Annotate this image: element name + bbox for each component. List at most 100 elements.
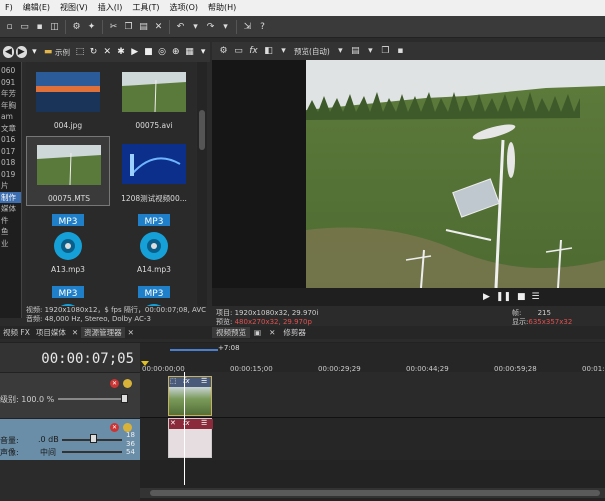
preview-quality[interactable]: 预览(自动) — [294, 46, 330, 57]
save-icon[interactable]: ▪ — [33, 20, 46, 33]
tree-item[interactable]: 091 — [0, 77, 21, 89]
dropdown-icon[interactable]: ▾ — [334, 45, 347, 58]
tree-item[interactable]: 业 — [0, 238, 21, 250]
autoplay-icon[interactable]: ◎ — [156, 46, 168, 59]
fx-icon[interactable]: fx — [247, 45, 260, 58]
tab-video-fx[interactable]: 视频 FX — [0, 327, 33, 338]
tab-trimmer[interactable]: 修剪器 — [279, 327, 310, 338]
vertical-scrollbar[interactable] — [197, 62, 207, 306]
tree-item[interactable]: 制作 — [0, 191, 21, 203]
tree-item[interactable]: 016 — [0, 134, 21, 146]
menu-insert[interactable]: 插入(I) — [93, 0, 128, 16]
menu-help[interactable]: 帮助(H) — [203, 0, 241, 16]
pan-slider[interactable] — [62, 451, 122, 453]
timecode[interactable]: 00:00:07;05 — [41, 351, 134, 367]
volume-slider-handle[interactable] — [90, 434, 97, 443]
stop-icon[interactable]: ■ — [517, 292, 526, 302]
refresh-icon[interactable]: ↻ — [88, 46, 100, 59]
dropdown-icon[interactable]: ▾ — [364, 45, 377, 58]
pan-crop-icon[interactable]: ⬚ — [170, 377, 177, 385]
scroll-thumb[interactable] — [150, 490, 600, 496]
back-icon[interactable]: ◀ — [3, 46, 14, 58]
tab-explorer[interactable]: 资源管理器 — [81, 327, 125, 338]
timeline-ruler[interactable]: +7:08 00:00:00;00 00:00:15;00 00:00:29;29 0… — [140, 342, 605, 373]
snap-icon[interactable]: ⇲ — [241, 20, 254, 33]
close-icon[interactable]: ✕ — [265, 328, 279, 337]
properties-icon[interactable]: ◫ — [48, 20, 61, 33]
overlays-icon[interactable]: ▤ — [349, 45, 362, 58]
tree-item[interactable]: 年胸 — [0, 100, 21, 112]
audio-clip[interactable]: ✕ fx ☰ — [168, 418, 213, 458]
paste-icon[interactable]: ▤ — [137, 20, 150, 33]
video-clip[interactable]: ⬚ fx ☰ — [168, 376, 212, 416]
dropdown-icon[interactable]: ▾ — [29, 46, 41, 59]
forward-icon[interactable]: ▶ — [15, 46, 27, 58]
settings-icon[interactable]: ⚙ — [70, 20, 83, 33]
tree-item[interactable]: 060 — [0, 65, 21, 77]
help-icon[interactable]: ? — [256, 20, 269, 33]
menu-options[interactable]: 选项(O) — [165, 0, 204, 16]
menu-tools[interactable]: 工具(T) — [127, 0, 164, 16]
file-tile[interactable]: 1208测试视频00... — [112, 136, 196, 206]
tree-item[interactable]: 文章 — [0, 123, 21, 135]
mute-clip-icon[interactable]: ✕ — [170, 419, 176, 427]
copy-snapshot-icon[interactable]: ❐ — [379, 45, 392, 58]
cut-icon[interactable]: ✂ — [107, 20, 120, 33]
mute-icon[interactable]: ✕ — [110, 379, 119, 388]
view-icon[interactable]: ▦ — [184, 46, 196, 59]
delete-icon[interactable]: ✕ — [152, 20, 165, 33]
pause-icon[interactable]: ❚❚ — [496, 292, 511, 302]
tree-item[interactable]: 片 — [0, 180, 21, 192]
file-tile[interactable]: 004.jpg — [26, 64, 110, 134]
level-slider[interactable] — [58, 398, 126, 400]
mute-icon[interactable]: ✕ — [110, 423, 119, 432]
play-icon[interactable]: ▶ — [483, 292, 490, 302]
undo-icon[interactable]: ↶ — [174, 20, 187, 33]
save-snapshot-icon[interactable]: ▪ — [394, 45, 407, 58]
timeline-tracks[interactable]: ⬚ fx ☰ ✕ fx ☰ — [140, 372, 605, 460]
tree-item[interactable]: 017 — [0, 146, 21, 158]
file-tile[interactable]: MP3 A14.mp3 — [112, 208, 196, 278]
file-tile[interactable]: MP3 — [112, 280, 196, 306]
scroll-thumb[interactable] — [199, 110, 205, 150]
up-folder-icon[interactable]: ⬚ — [74, 46, 86, 59]
render-icon[interactable]: ✦ — [85, 20, 98, 33]
solo-icon[interactable] — [123, 379, 132, 388]
split-screen-icon[interactable]: ◧ — [262, 45, 275, 58]
tree-item[interactable]: 媒体 — [0, 203, 21, 215]
level-slider-handle[interactable] — [121, 394, 128, 403]
open-icon[interactable]: ▭ — [18, 20, 31, 33]
tree-item[interactable]: 年芳 — [0, 88, 21, 100]
file-tile[interactable]: MP3 — [26, 280, 110, 306]
add-to-project-icon[interactable]: ⊕ — [170, 46, 182, 59]
menu-icon[interactable]: ☰ — [201, 419, 207, 427]
tab-project-media[interactable]: 项目媒体 — [33, 327, 69, 338]
dropdown-icon[interactable]: ▾ — [189, 20, 202, 33]
redo-icon[interactable]: ↷ — [204, 20, 217, 33]
dropdown-icon[interactable]: ▾ — [219, 20, 232, 33]
menu-icon[interactable]: ☰ — [201, 377, 207, 385]
tree-item[interactable]: 019 — [0, 169, 21, 181]
file-tile[interactable]: 00075.MTS — [26, 136, 110, 206]
location-label[interactable]: 示例 — [55, 47, 70, 58]
play-icon[interactable]: ▶ — [129, 46, 141, 59]
close-icon[interactable]: ✕ — [125, 328, 137, 337]
stop-icon[interactable]: ■ — [143, 46, 155, 59]
dropdown-icon[interactable]: ▾ — [277, 45, 290, 58]
playhead[interactable] — [184, 372, 185, 460]
close-icon[interactable]: ✕ — [69, 328, 81, 337]
start-icon[interactable]: ✱ — [115, 46, 127, 59]
copy-icon[interactable]: ❐ — [122, 20, 135, 33]
tree-item[interactable]: am — [0, 111, 21, 123]
menu-edit[interactable]: 编辑(E) — [18, 0, 55, 16]
external-monitor-icon[interactable]: ▭ — [232, 45, 245, 58]
tab-video-preview[interactable]: 视频预览 — [212, 327, 250, 338]
folder-tree[interactable]: 5031060091年芳年胸am文章016017018019片制作媒体件鱼业 — [0, 42, 22, 318]
menu-icon[interactable]: ☰ — [532, 292, 540, 302]
tree-item[interactable]: 件 — [0, 215, 21, 227]
menu-view[interactable]: 视图(V) — [55, 0, 93, 16]
settings-icon[interactable]: ⚙ — [217, 45, 230, 58]
tree-item[interactable]: 018 — [0, 157, 21, 169]
horizontal-scrollbar[interactable] — [140, 488, 605, 498]
dropdown-icon[interactable]: ▾ — [197, 46, 209, 59]
